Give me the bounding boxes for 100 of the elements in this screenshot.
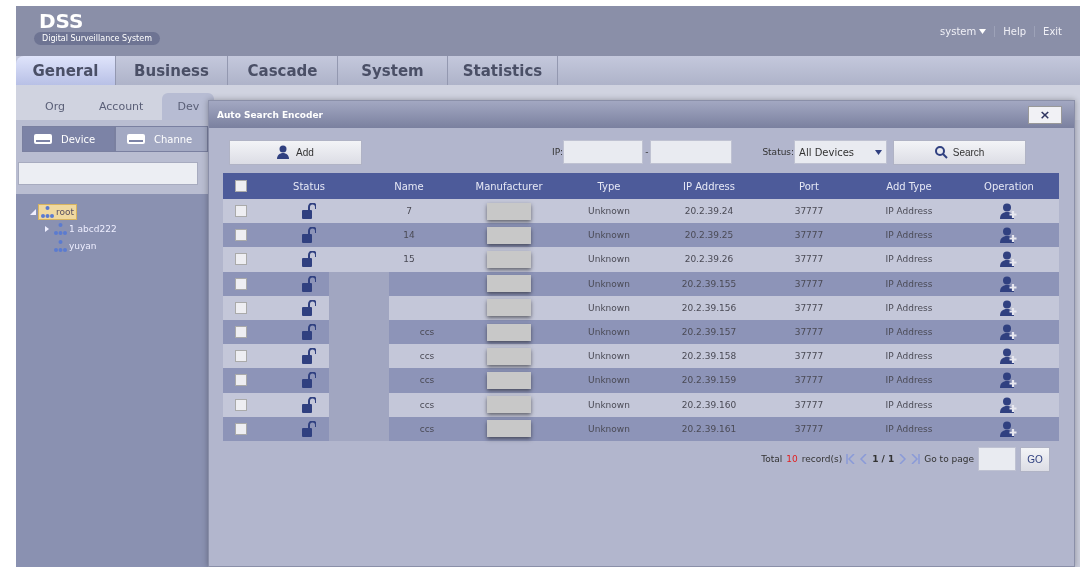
logo: DSS bbox=[39, 10, 84, 32]
redaction-block bbox=[487, 275, 531, 293]
select-all-checkbox[interactable] bbox=[235, 180, 247, 192]
table-cell-text: IP Address bbox=[884, 423, 934, 434]
page-indicator: 1 / 1 bbox=[872, 454, 895, 465]
table-cell-text: 20.2.39.26 bbox=[683, 254, 735, 265]
table-cell-text: 37777 bbox=[793, 351, 825, 362]
page-field[interactable] bbox=[978, 447, 1016, 472]
node-tree-icon bbox=[54, 239, 67, 252]
redaction-block bbox=[487, 226, 531, 244]
add-user-icon[interactable] bbox=[1000, 348, 1018, 365]
table-cell-text: 37777 bbox=[793, 230, 825, 241]
add-user-icon[interactable] bbox=[1000, 227, 1018, 244]
table-cell-text: IP Address bbox=[884, 230, 934, 241]
tree-item[interactable]: 1 abcd222 bbox=[52, 221, 119, 236]
table-cell: 15 bbox=[403, 254, 415, 265]
table-cell-text: 20.2.39.155 bbox=[680, 278, 738, 289]
add-user-icon[interactable] bbox=[1000, 251, 1018, 268]
row-checkbox[interactable] bbox=[235, 374, 247, 387]
table-cell-text: 37777 bbox=[793, 254, 825, 265]
table-cell-text: IP Address bbox=[884, 327, 934, 338]
redaction-block bbox=[487, 347, 531, 365]
header-link[interactable]: Exit bbox=[1034, 26, 1070, 37]
table-cell-text: Unknown bbox=[587, 302, 631, 313]
close-button[interactable]: × bbox=[1028, 105, 1062, 124]
logo-subtitle: Digital Surveillance System bbox=[34, 32, 160, 45]
tree-item[interactable]: yuyan bbox=[52, 238, 99, 253]
table-cell-text: 20.2.39.157 bbox=[680, 327, 738, 338]
add-button[interactable]: Add bbox=[229, 139, 362, 165]
row-checkbox[interactable] bbox=[235, 326, 247, 339]
user-menu[interactable]: system bbox=[932, 26, 995, 37]
header-link[interactable]: Help bbox=[994, 26, 1035, 37]
table-cell-text: IP Address bbox=[884, 206, 934, 217]
table-cell-text: Unknown bbox=[587, 254, 631, 265]
add-user-icon[interactable] bbox=[1000, 203, 1018, 220]
row-checkbox[interactable] bbox=[235, 253, 247, 266]
table-cell-text: 20.2.39.156 bbox=[680, 302, 738, 313]
ip-end-field[interactable] bbox=[650, 140, 733, 164]
first-page-icon[interactable] bbox=[846, 454, 856, 465]
table-cell: 7 bbox=[406, 206, 412, 217]
record-count: 10 bbox=[786, 454, 798, 465]
search-field[interactable] bbox=[18, 162, 198, 185]
status-label: Status: bbox=[762, 147, 795, 157]
add-user-icon[interactable] bbox=[1000, 275, 1018, 292]
table-cell-text: IP Address bbox=[884, 302, 934, 313]
add-user-icon[interactable] bbox=[1000, 396, 1018, 413]
ip-start-field[interactable] bbox=[563, 140, 644, 164]
dialog-title: Auto Search Encoder bbox=[217, 109, 324, 120]
table-cell-text: IP Address bbox=[884, 278, 934, 289]
table-cell-text: 37777 bbox=[793, 278, 825, 289]
records-label: record(s) bbox=[801, 454, 843, 465]
status-select[interactable]: All Devices bbox=[794, 140, 888, 164]
sub-tab[interactable]: Dev bbox=[162, 93, 215, 120]
table-cell-text: Unknown bbox=[587, 278, 631, 289]
user-icon bbox=[277, 145, 292, 159]
ip-label: IP: bbox=[552, 147, 564, 157]
table-cell: ccs bbox=[419, 351, 435, 362]
row-checkbox[interactable] bbox=[235, 398, 247, 411]
add-user-icon[interactable] bbox=[1000, 372, 1018, 389]
table-cell-text: 20.2.39.161 bbox=[680, 423, 738, 434]
next-page-icon[interactable] bbox=[898, 454, 908, 465]
row-checkbox[interactable] bbox=[235, 301, 247, 314]
row-checkbox[interactable] bbox=[235, 277, 247, 290]
table-cell: 14 bbox=[403, 230, 415, 241]
redaction-block bbox=[487, 323, 531, 341]
tree-item[interactable]: root bbox=[38, 203, 78, 220]
column-header: Add Type bbox=[885, 180, 933, 192]
table-cell: ccs bbox=[419, 423, 435, 434]
sub-tab[interactable]: Org bbox=[30, 93, 80, 120]
column-header: Port bbox=[798, 180, 820, 192]
row-checkbox[interactable] bbox=[235, 350, 247, 363]
device-tab[interactable]: Channe bbox=[115, 126, 208, 152]
row-checkbox[interactable] bbox=[235, 229, 247, 242]
device-icon bbox=[33, 133, 53, 145]
add-user-icon[interactable] bbox=[1000, 324, 1018, 341]
collapsed-arrow-icon[interactable] bbox=[44, 225, 50, 232]
node-tree-icon bbox=[54, 222, 67, 235]
add-user-icon[interactable] bbox=[1000, 420, 1018, 437]
row-checkbox[interactable] bbox=[235, 205, 247, 218]
go-button[interactable]: GO bbox=[1020, 446, 1050, 472]
row-checkbox[interactable] bbox=[235, 422, 247, 435]
table-cell-text: 37777 bbox=[793, 327, 825, 338]
ip-separator: - bbox=[645, 147, 649, 157]
table-cell-text: 20.2.39.159 bbox=[680, 375, 738, 386]
main-tab[interactable]: General bbox=[16, 56, 116, 85]
redaction-block bbox=[487, 371, 531, 389]
table-cell-text: 20.2.39.160 bbox=[680, 399, 738, 410]
redaction-block bbox=[487, 250, 531, 268]
table-cell: ccs bbox=[419, 327, 435, 338]
search-button[interactable]: Search bbox=[893, 139, 1027, 165]
expanded-arrow-icon[interactable] bbox=[30, 208, 36, 215]
redaction-block bbox=[487, 420, 531, 438]
last-page-icon[interactable] bbox=[911, 454, 921, 465]
total-label: Total bbox=[761, 454, 783, 465]
device-tab[interactable]: Device bbox=[22, 126, 115, 152]
sub-tab[interactable]: Account bbox=[84, 93, 159, 120]
add-user-icon[interactable] bbox=[1000, 299, 1018, 316]
previous-page-icon[interactable] bbox=[859, 454, 869, 465]
table-cell-text: 37777 bbox=[793, 399, 825, 410]
redaction-block bbox=[487, 299, 531, 317]
